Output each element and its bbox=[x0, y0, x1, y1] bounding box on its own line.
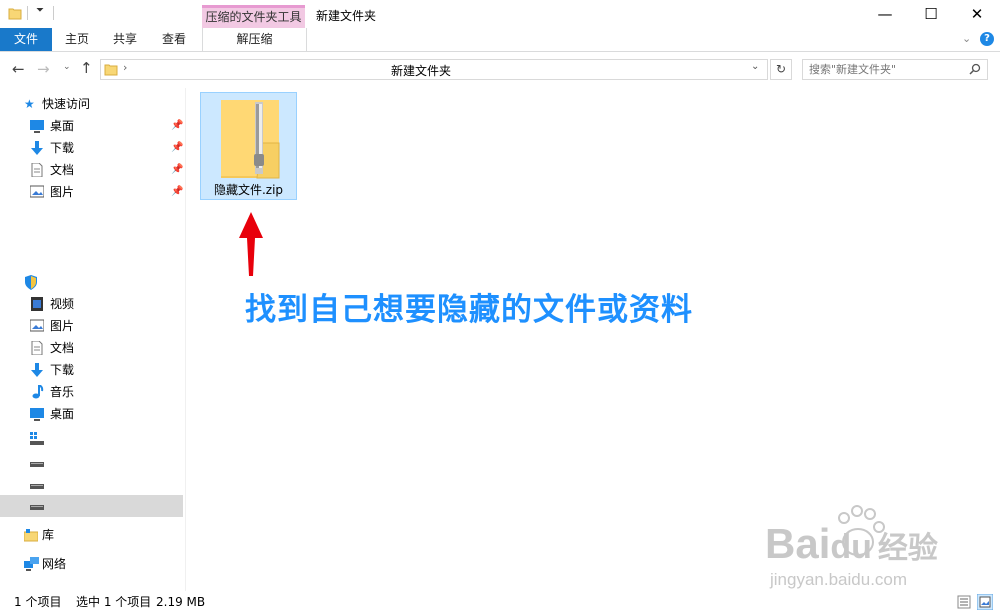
pictures-icon bbox=[30, 185, 44, 198]
status-item-count: 1 个项目 bbox=[14, 595, 62, 609]
nav-label: 下载 bbox=[50, 363, 75, 377]
pin-icon[interactable]: 📌 bbox=[171, 137, 183, 159]
folder-icon bbox=[8, 8, 22, 20]
divider bbox=[27, 6, 28, 20]
download-icon bbox=[31, 363, 43, 377]
search-box[interactable] bbox=[802, 59, 988, 80]
annotation-text: 找到自己想要隐藏的文件或资料 bbox=[245, 292, 693, 328]
nav-drive[interactable] bbox=[0, 474, 183, 496]
address-dropdown-chevron-icon[interactable]: ⌄ bbox=[751, 61, 759, 72]
nav-label: 桌面 bbox=[50, 119, 75, 133]
nav-pc-desktop[interactable]: 桌面 bbox=[0, 403, 183, 425]
download-icon bbox=[31, 141, 43, 155]
nav-label: 网络 bbox=[42, 557, 67, 571]
search-input[interactable] bbox=[809, 62, 959, 77]
quick-access-toolbar-dropdown[interactable]: ⏷ bbox=[36, 5, 44, 16]
nav-quick-download[interactable]: 下载 📌 bbox=[0, 137, 183, 159]
nav-label: 库 bbox=[42, 528, 55, 542]
nav-pc-videos[interactable]: 视频 bbox=[0, 293, 183, 315]
large-icons-view-icon[interactable] bbox=[977, 594, 993, 610]
network-icon bbox=[24, 557, 39, 571]
nav-drive[interactable] bbox=[0, 452, 183, 474]
close-button[interactable]: ✕ bbox=[954, 0, 1000, 28]
up-arrow-icon[interactable]: ↑ bbox=[80, 59, 93, 77]
nav-drive-system[interactable] bbox=[0, 428, 183, 450]
document-icon bbox=[31, 341, 43, 355]
drive-icon bbox=[30, 505, 44, 510]
ribbon-expand-chevron-icon[interactable]: ⌄ bbox=[962, 32, 971, 45]
tab-view[interactable]: 查看 bbox=[153, 28, 195, 51]
status-bar: 1 个项目 选中 1 个项目 2.19 MB bbox=[0, 591, 1000, 613]
status-size: 2.19 MB bbox=[156, 595, 206, 609]
document-icon bbox=[31, 163, 43, 177]
windows-drive-icon bbox=[30, 432, 44, 445]
nav-network[interactable]: 网络 bbox=[0, 553, 183, 575]
back-arrow-icon[interactable]: ← bbox=[12, 60, 25, 78]
drive-icon bbox=[30, 484, 44, 489]
nav-libraries[interactable]: 库 bbox=[0, 524, 183, 546]
star-icon: ★ bbox=[24, 97, 35, 111]
nav-pc-pictures[interactable]: 图片 bbox=[0, 315, 183, 337]
title-bar: ⏷ 压缩的文件夹工具 新建文件夹 — ☐ ✕ bbox=[0, 0, 1000, 28]
nav-label: 文档 bbox=[50, 163, 75, 177]
zip-folder-icon bbox=[221, 100, 280, 179]
nav-label: 快速访问 bbox=[42, 97, 91, 111]
nav-label: 桌面 bbox=[50, 407, 75, 421]
watermark-brand: Baidu 经验 bbox=[765, 520, 938, 567]
tab-home[interactable]: 主页 bbox=[56, 28, 98, 51]
maximize-button[interactable]: ☐ bbox=[908, 0, 954, 28]
recent-locations-chevron-icon[interactable]: ⌄ bbox=[63, 62, 71, 72]
nav-label: 视频 bbox=[50, 297, 75, 311]
nav-quick-pictures[interactable]: 图片 📌 bbox=[0, 181, 183, 203]
library-icon bbox=[24, 529, 38, 542]
desktop-icon bbox=[30, 408, 44, 421]
nav-label: 音乐 bbox=[50, 385, 75, 399]
pictures-icon bbox=[30, 319, 44, 332]
forward-arrow-icon[interactable]: → bbox=[37, 60, 50, 78]
status-selected: 选中 1 个项目 bbox=[76, 595, 152, 609]
refresh-icon: ↻ bbox=[775, 62, 787, 76]
watermark-url: jingyan.baidu.com bbox=[770, 570, 908, 589]
address-bar[interactable]: › 新建文件夹 ⌄ bbox=[100, 59, 768, 80]
music-icon bbox=[32, 385, 44, 399]
divider bbox=[53, 6, 54, 20]
nav-label: 文档 bbox=[50, 341, 75, 355]
window-title: 新建文件夹 bbox=[316, 9, 377, 23]
desktop-icon bbox=[30, 120, 44, 133]
drive-icon bbox=[30, 462, 44, 467]
refresh-button[interactable]: ↻ bbox=[770, 59, 792, 80]
pin-icon[interactable]: 📌 bbox=[171, 159, 183, 181]
file-item-zip[interactable]: 隐藏文件.zip bbox=[200, 92, 297, 200]
address-path: 新建文件夹 bbox=[390, 64, 451, 78]
tab-extract[interactable]: 解压缩 bbox=[202, 28, 307, 51]
nav-this-pc[interactable] bbox=[0, 271, 183, 293]
help-icon[interactable]: ? bbox=[980, 32, 994, 46]
navigation-pane: ★ 快速访问 桌面 📌 下载 📌 文档 📌 图片 📌 视频 图片 文档 下载 音… bbox=[0, 88, 185, 591]
nav-quick-access[interactable]: ★ 快速访问 bbox=[0, 93, 183, 115]
pin-icon[interactable]: 📌 bbox=[171, 115, 183, 137]
nav-drive-selected[interactable] bbox=[0, 495, 183, 517]
tab-file[interactable]: 文件 bbox=[0, 28, 52, 51]
compressed-folder-tools-header: 压缩的文件夹工具 bbox=[202, 5, 305, 28]
nav-quick-documents[interactable]: 文档 📌 bbox=[0, 159, 183, 181]
nav-pc-documents[interactable]: 文档 bbox=[0, 337, 183, 359]
video-icon bbox=[31, 297, 43, 311]
shield-icon bbox=[25, 275, 37, 290]
nav-pc-music[interactable]: 音乐 bbox=[0, 381, 183, 403]
pin-icon[interactable]: 📌 bbox=[171, 181, 183, 203]
file-name-label: 隐藏文件.zip bbox=[213, 183, 284, 197]
nav-label: 下载 bbox=[50, 141, 75, 155]
nav-label: 图片 bbox=[50, 319, 75, 333]
details-view-icon[interactable] bbox=[957, 595, 971, 609]
ribbon-tabs: 文件 主页 共享 查看 解压缩 ⌄ ? bbox=[0, 28, 1000, 52]
red-arrow-annotation bbox=[239, 212, 263, 276]
tab-share[interactable]: 共享 bbox=[104, 28, 146, 51]
pane-splitter[interactable] bbox=[185, 88, 186, 591]
minimize-button[interactable]: — bbox=[862, 0, 908, 28]
nav-label: 图片 bbox=[50, 185, 75, 199]
search-icon[interactable] bbox=[969, 63, 981, 75]
nav-pc-downloads[interactable]: 下载 bbox=[0, 359, 183, 381]
nav-quick-desktop[interactable]: 桌面 📌 bbox=[0, 115, 183, 137]
